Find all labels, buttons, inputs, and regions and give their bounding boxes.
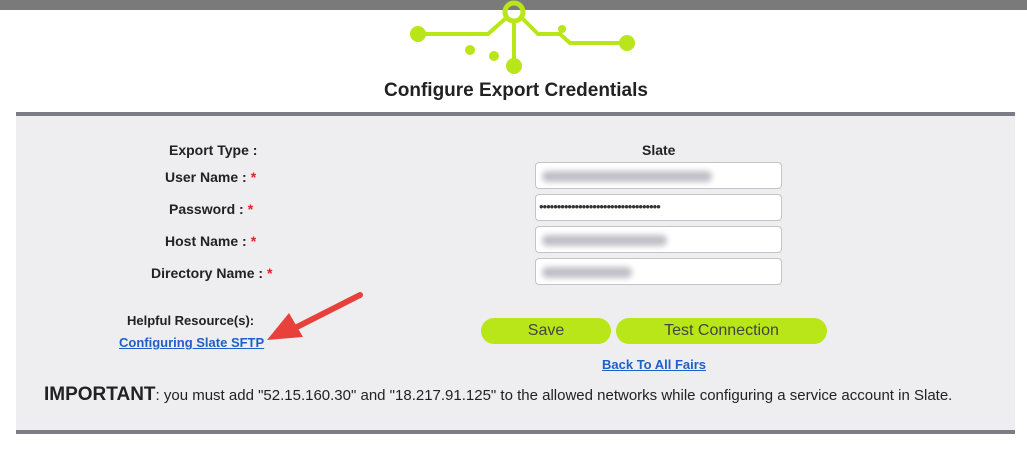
test-connection-button[interactable]: Test Connection (616, 318, 827, 344)
user-name-label-text: User Name : (165, 169, 247, 185)
redacted-value (542, 171, 712, 182)
host-name-label-text: Host Name : (165, 233, 247, 249)
annotation-arrow-icon (267, 292, 363, 340)
required-mark: * (247, 201, 254, 217)
host-name-input[interactable] (535, 226, 782, 253)
back-to-all-fairs-link[interactable]: Back To All Fairs (602, 357, 706, 372)
page-title: Configure Export Credentials (384, 80, 648, 101)
password-input[interactable]: •••••••••••••••••••••••••••••••••• (535, 194, 782, 221)
host-name-label: Host Name : * (165, 233, 256, 249)
required-mark: * (250, 169, 257, 185)
directory-name-input[interactable] (535, 258, 782, 285)
user-name-label: User Name : * (165, 169, 256, 185)
important-notice: IMPORTANT: you must add "52.15.160.30" a… (44, 384, 952, 406)
password-label-text: Password : (169, 201, 244, 217)
directory-name-label-text: Directory Name : (151, 265, 264, 281)
export-type-value: Slate (642, 142, 676, 158)
save-button[interactable]: Save (481, 318, 611, 344)
important-text: : you must add "52.15.160.30" and "18.21… (155, 387, 953, 404)
important-heading: IMPORTANT (44, 384, 156, 405)
redacted-value (542, 235, 667, 246)
required-mark: * (267, 265, 273, 281)
directory-name-label: Directory Name : * (151, 265, 273, 281)
user-name-input[interactable] (535, 162, 782, 189)
redacted-value (542, 267, 632, 278)
password-label: Password : * (169, 201, 253, 217)
required-mark: * (250, 233, 257, 249)
password-masked-value: •••••••••••••••••••••••••••••••••• (539, 199, 661, 214)
credentials-panel: Export Type : Slate User Name : * Passwor… (16, 112, 1015, 434)
export-type-label: Export Type : (169, 142, 258, 158)
helpful-resources-heading: Helpful Resource(s): (127, 313, 255, 328)
configuring-slate-sftp-link[interactable]: Configuring Slate SFTP (119, 335, 264, 350)
logo-icon (410, 0, 635, 74)
